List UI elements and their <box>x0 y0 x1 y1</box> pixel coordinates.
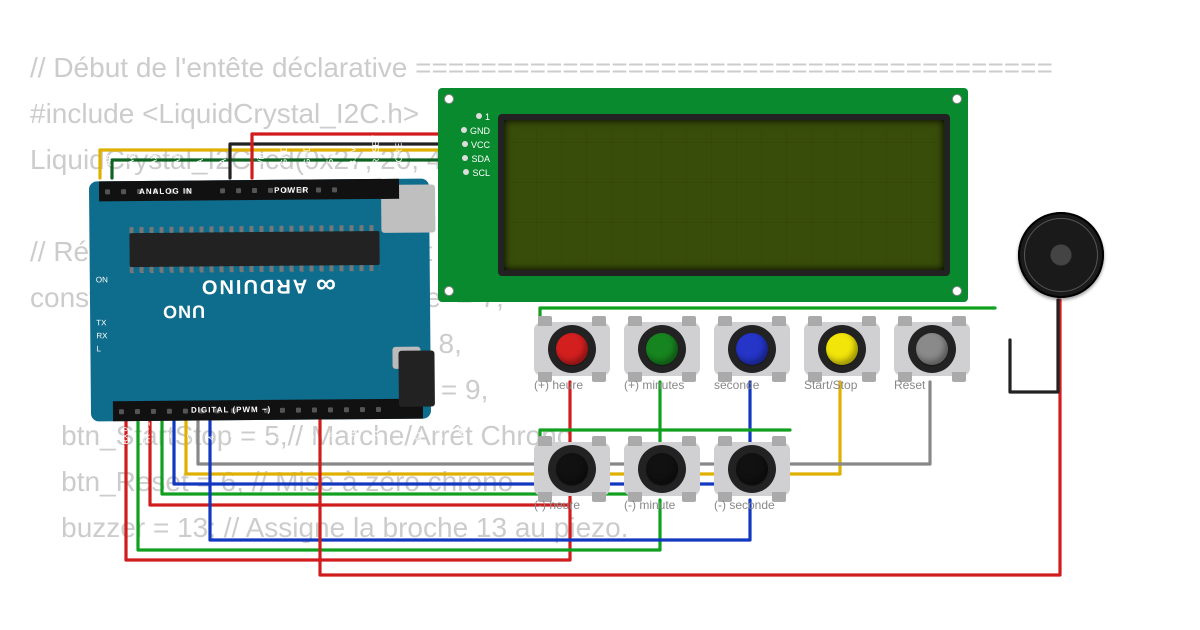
button-base <box>624 322 700 376</box>
bottom-pin-labels: RX 0TX→1~2~34~5~67 8~9~10~111213GNDAREF <box>119 427 467 439</box>
piezo-buzzer <box>1018 212 1104 298</box>
btn-heure-minus[interactable]: (-) heure <box>534 442 610 510</box>
digital-section-label: DIGITAL (PWM ~) <box>191 405 271 415</box>
power-section-label: POWER <box>274 186 309 195</box>
button-cap[interactable] <box>916 333 948 365</box>
button-label: seconde <box>714 378 759 392</box>
button-label: (-) minute <box>624 498 675 512</box>
btn-minutes-plus[interactable]: (+) minutes <box>624 322 700 390</box>
button-cap[interactable] <box>646 453 678 485</box>
button-cap[interactable] <box>736 333 768 365</box>
button-base <box>714 442 790 496</box>
button-base <box>534 442 610 496</box>
atmega-chip <box>129 231 379 267</box>
button-label: (+) heure <box>534 378 583 392</box>
arduino-model-label: UNO <box>162 300 205 321</box>
arduino-uno-board: ∞ ARDUINO UNO ANALOG IN POWER DIGITAL (P… <box>89 179 431 422</box>
arduino-brand-label: ∞ ARDUINO <box>200 269 336 302</box>
button-cap[interactable] <box>736 453 768 485</box>
button-label: Reset <box>894 378 925 392</box>
button-cap[interactable] <box>646 333 678 365</box>
button-base <box>534 322 610 376</box>
button-base <box>804 322 880 376</box>
btn-startstop[interactable]: Start/Stop <box>804 322 880 390</box>
button-label: (-) seconde <box>714 498 775 512</box>
button-base <box>624 442 700 496</box>
lcd-i2c-module: 1GNDVCCSDASCL <box>438 88 968 302</box>
button-base <box>894 322 970 376</box>
button-label: Start/Stop <box>804 378 857 392</box>
btn-reset[interactable]: Reset <box>894 322 970 390</box>
analog-section-label: ANALOG IN <box>139 187 193 196</box>
btn-seconde[interactable]: seconde <box>714 322 790 390</box>
button-label: (+) minutes <box>624 378 684 392</box>
button-cap[interactable] <box>826 333 858 365</box>
button-base <box>714 322 790 376</box>
btn-heure-plus[interactable]: (+) heure <box>534 322 610 390</box>
btn-seconde-minus[interactable]: (-) seconde <box>714 442 790 510</box>
button-cap[interactable] <box>556 453 588 485</box>
arduino-reset-button[interactable] <box>392 347 420 369</box>
button-label: (-) heure <box>534 498 580 512</box>
lcd-i2c-pins: 1GNDVCCSDASCL <box>446 110 490 180</box>
button-cap[interactable] <box>556 333 588 365</box>
btn-minute-minus[interactable]: (-) minute <box>624 442 700 510</box>
side-leds: ON TXRXL <box>96 273 109 355</box>
lcd-screen <box>498 114 950 276</box>
